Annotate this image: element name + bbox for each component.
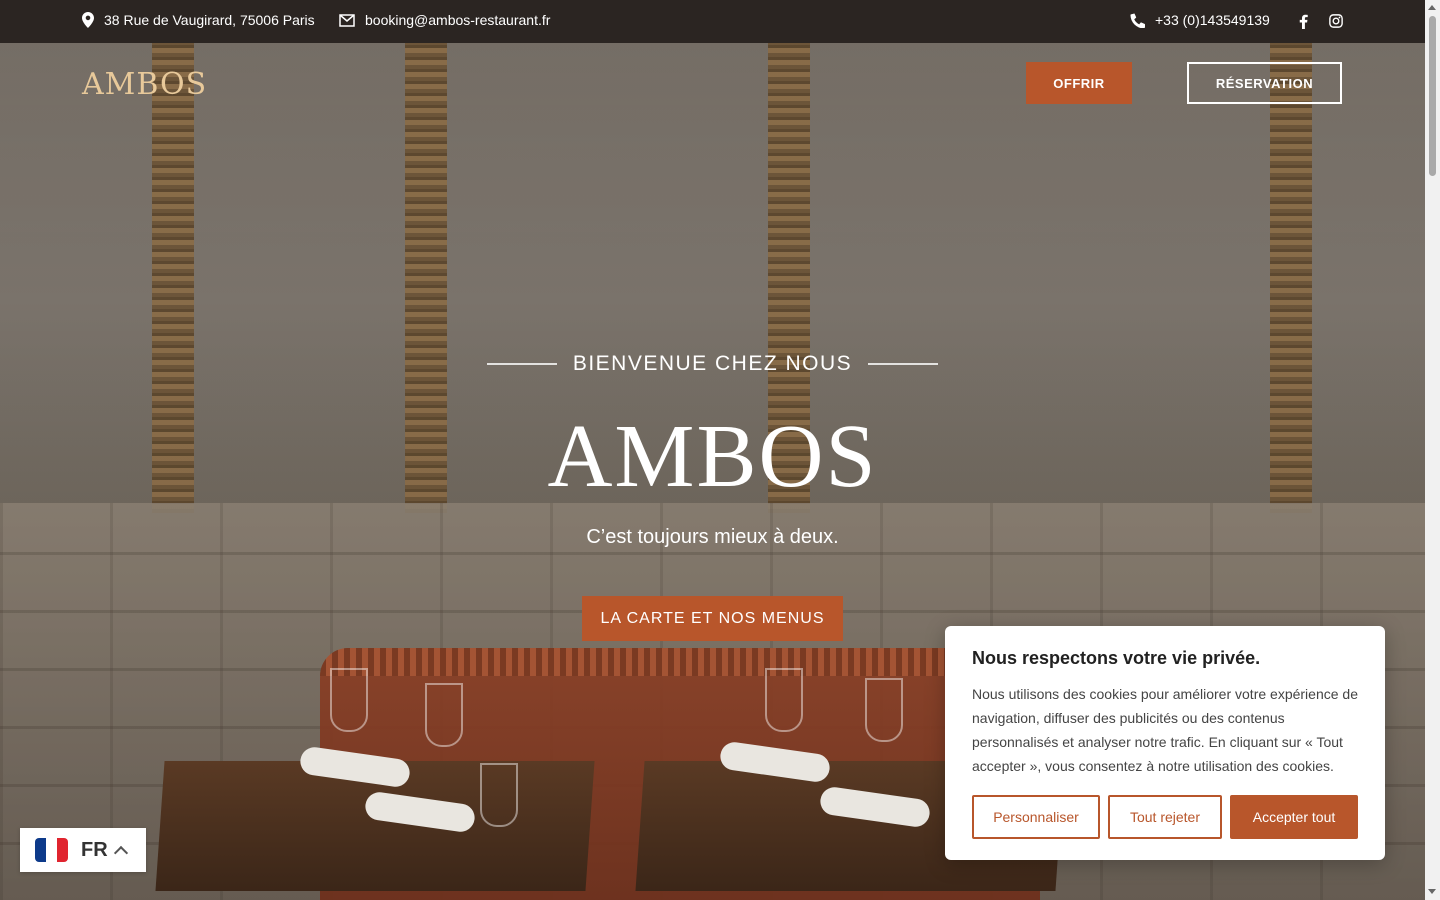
facebook-link[interactable] — [1299, 14, 1308, 29]
address-text: 38 Rue de Vaugirard, 75006 Paris — [104, 12, 315, 28]
map-pin-icon — [82, 12, 94, 28]
france-flag-icon — [35, 838, 68, 862]
cookie-body: Nous utilisons des cookies pour améliore… — [972, 686, 1358, 774]
banquette-pattern — [320, 648, 1040, 676]
wine-glass — [865, 678, 903, 742]
decorative-line — [487, 363, 557, 365]
welcome-heading: BIENVENUE CHEZ NOUS — [487, 352, 938, 376]
offrir-button[interactable]: OFFRIR — [1026, 62, 1132, 104]
phone-link[interactable]: +33 (0)143549139 — [1155, 12, 1270, 28]
welcome-text: BIENVENUE CHEZ NOUS — [572, 352, 853, 375]
wine-glass — [765, 668, 803, 732]
facebook-icon[interactable] — [1299, 14, 1308, 29]
site-logo[interactable]: AMBOS — [82, 67, 207, 102]
phone-item[interactable]: +33 (0)143549139 — [1130, 12, 1270, 28]
email-item[interactable]: booking@ambos-restaurant.fr — [339, 12, 550, 28]
envelope-icon — [339, 13, 355, 27]
reject-all-button[interactable]: Tout rejeter — [1108, 795, 1222, 839]
top-contact-bar: 38 Rue de Vaugirard, 75006 Paris booking… — [0, 0, 1425, 43]
scroll-down-arrow[interactable] — [1428, 889, 1436, 894]
customize-cookies-button[interactable]: Personnaliser — [972, 795, 1100, 839]
reservation-button[interactable]: RÉSERVATION — [1187, 62, 1342, 104]
cookie-title: Nous respectons votre vie privée. — [972, 648, 1261, 668]
phone-icon — [1130, 13, 1145, 28]
chevron-up-icon — [113, 845, 128, 861]
scroll-up-arrow[interactable] — [1428, 5, 1436, 10]
instagram-icon[interactable] — [1329, 14, 1343, 28]
hero-title: AMBOS — [547, 407, 878, 506]
email-link[interactable]: booking@ambos-restaurant.fr — [365, 12, 550, 28]
wine-glass — [425, 683, 463, 747]
wine-glass — [480, 763, 518, 827]
accept-all-button[interactable]: Accepter tout — [1230, 795, 1358, 839]
menu-cta-button[interactable]: LA CARTE ET NOS MENUS — [582, 596, 843, 641]
hero-tagline: C’est toujours mieux à deux. — [586, 526, 839, 548]
language-code: FR — [81, 838, 108, 861]
address-item: 38 Rue de Vaugirard, 75006 Paris — [82, 12, 315, 28]
cookie-consent-dialog: Nous respectons votre vie privée. Nous u… — [945, 626, 1385, 860]
decorative-line — [868, 363, 938, 365]
instagram-link[interactable] — [1329, 14, 1343, 28]
wine-glass — [330, 668, 368, 732]
scrollbar-thumb[interactable] — [1429, 16, 1436, 176]
language-switcher[interactable]: FR — [20, 828, 146, 872]
